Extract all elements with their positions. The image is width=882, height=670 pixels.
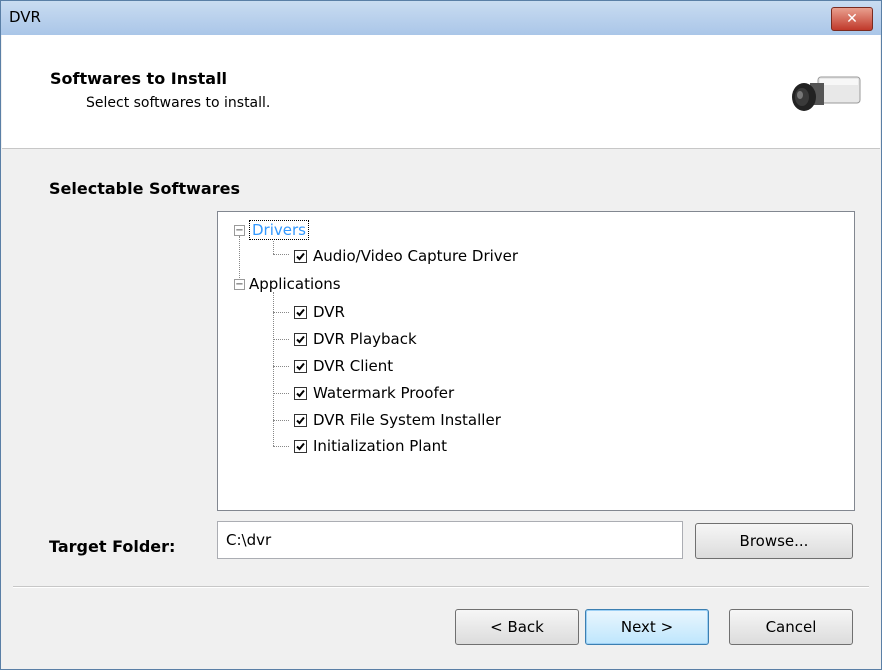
tree-item-label: DVR Client [313,357,394,375]
cancel-button[interactable]: Cancel [729,609,853,645]
tree-item-dvr[interactable]: DVR [294,300,345,324]
tree-item-label: DVR [313,303,345,321]
tree-item-label: Initialization Plant [313,437,448,455]
tree-item-dvr-playback[interactable]: DVR Playback [294,327,417,351]
collapse-icon[interactable]: − [234,224,245,236]
footer-divider [13,586,869,588]
tree-item-label: Audio/Video Capture Driver [313,247,519,265]
target-folder-label: Target Folder: [49,537,176,556]
tree-item-dvr-client[interactable]: DVR Client [294,354,393,378]
next-button[interactable]: Next > [585,609,709,645]
tree-connector [273,366,289,367]
tree-item-label: Watermark Proofer [313,384,455,402]
tree-item-initialization-plant[interactable]: Initialization Plant [294,434,447,458]
title-bar[interactable]: DVR ✕ [1,1,881,35]
checkbox-checked[interactable] [294,413,307,427]
selectable-softwares-label: Selectable Softwares [49,179,240,198]
tree-group-applications[interactable]: − Applications [234,272,341,296]
page-title: Softwares to Install [50,69,228,88]
window-title: DVR [9,8,41,26]
target-folder-input[interactable] [217,521,683,559]
close-button[interactable]: ✕ [831,7,873,31]
tree-connector [273,339,289,340]
tree-item-label: DVR Playback [313,330,417,348]
tree-item-watermark-proofer[interactable]: Watermark Proofer [294,381,454,405]
browse-button[interactable]: Browse... [695,523,853,559]
checkbox-checked[interactable] [294,249,307,263]
tree-connector [273,420,289,421]
collapse-icon[interactable]: − [234,278,245,290]
tree-group-label[interactable]: Drivers [249,220,309,240]
checkbox-checked[interactable] [294,305,307,319]
tree-connector [273,312,289,313]
tree-group-drivers[interactable]: − Drivers [234,218,309,242]
tree-item-label: DVR File System Installer [313,411,501,429]
tree-group-label[interactable]: Applications [249,275,341,293]
checkbox-checked[interactable] [294,439,307,453]
checkbox-checked[interactable] [294,359,307,373]
checkbox-checked[interactable] [294,386,307,400]
page-subtitle: Select softwares to install. [86,95,271,111]
tree-item-audio-video-capture-driver[interactable]: Audio/Video Capture Driver [294,244,518,268]
software-tree[interactable]: − Drivers Audio/Video Capture Driver − A… [217,211,855,511]
tree-connector [273,393,289,394]
tree-item-dvr-file-system-installer[interactable]: DVR File System Installer [294,408,501,432]
wizard-header: Softwares to Install Select softwares to… [2,35,880,149]
back-button[interactable]: < Back [455,609,579,645]
installer-window: DVR ✕ Softwares to Install Select softwa… [0,0,882,670]
camera-icon [792,76,861,111]
tree-connector [273,292,274,446]
tree-connector [273,446,289,447]
tree-connector [273,254,289,255]
checkbox-checked[interactable] [294,332,307,346]
